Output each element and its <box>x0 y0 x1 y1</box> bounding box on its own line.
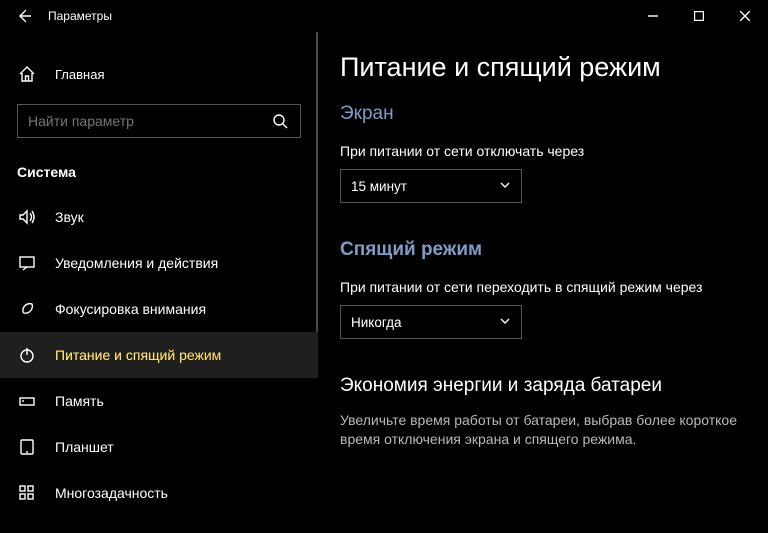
screen-off-label: При питании от сети отключать через <box>340 143 746 159</box>
window-title: Параметры <box>48 9 630 23</box>
section-energy: Экономия энергии и заряда батареи <box>340 375 746 397</box>
sidebar-item-focus[interactable]: Фокусировка внимания <box>0 286 318 332</box>
arrow-left-icon <box>16 8 32 24</box>
sidebar-item-storage[interactable]: Память <box>0 378 318 424</box>
tablet-icon <box>17 437 37 457</box>
sidebar-item-multitasking[interactable]: Многозадачность <box>0 470 318 516</box>
back-button[interactable] <box>0 0 48 32</box>
sleep-select[interactable]: Никогда <box>340 305 522 339</box>
sidebar: Главная Система Звук Уве <box>0 32 318 533</box>
notifications-icon <box>17 253 37 273</box>
titlebar: Параметры <box>0 0 768 32</box>
nav-label: Многозадачность <box>55 485 168 501</box>
page-title: Питание и спящий режим <box>340 52 746 83</box>
close-icon <box>740 11 750 21</box>
nav-label: Питание и спящий режим <box>55 347 221 363</box>
sleep-value: Никогда <box>351 315 402 330</box>
sleep-label: При питании от сети переходить в спящий … <box>340 279 746 295</box>
maximize-button[interactable] <box>676 0 722 32</box>
screen-off-value: 15 минут <box>351 179 407 194</box>
category-heading: Система <box>0 152 318 194</box>
nav-label: Фокусировка внимания <box>55 301 206 317</box>
content: Питание и спящий режим Экран При питании… <box>318 32 768 533</box>
multitasking-icon <box>17 483 37 503</box>
nav-label: Звук <box>55 209 84 225</box>
nav: Звук Уведомления и действия Фокусировка … <box>0 194 318 516</box>
section-sleep: Спящий режим <box>340 239 746 261</box>
sidebar-item-sound[interactable]: Звук <box>0 194 318 240</box>
nav-label: Планшет <box>55 439 114 455</box>
power-icon <box>17 345 37 365</box>
screen-off-select[interactable]: 15 минут <box>340 169 522 203</box>
main: Главная Система Звук Уве <box>0 32 768 533</box>
search-input[interactable] <box>28 113 270 129</box>
chevron-down-icon <box>499 179 511 194</box>
storage-icon <box>17 391 37 411</box>
home-icon <box>17 64 37 84</box>
home-label: Главная <box>55 67 104 82</box>
focus-icon <box>17 299 37 319</box>
search-input-wrap[interactable] <box>17 104 301 138</box>
minimize-button[interactable] <box>630 0 676 32</box>
sidebar-item-tablet[interactable]: Планшет <box>0 424 318 470</box>
nav-label: Уведомления и действия <box>55 255 218 271</box>
home-link[interactable]: Главная <box>0 56 318 92</box>
maximize-icon <box>694 11 704 21</box>
sidebar-item-notifications[interactable]: Уведомления и действия <box>0 240 318 286</box>
sound-icon <box>17 207 37 227</box>
energy-text: Увеличьте время работы от батареи, выбра… <box>340 411 740 449</box>
close-button[interactable] <box>722 0 768 32</box>
chevron-down-icon <box>499 315 511 330</box>
minimize-icon <box>648 11 658 21</box>
nav-label: Память <box>55 393 104 409</box>
sidebar-item-power[interactable]: Питание и спящий режим <box>0 332 318 378</box>
section-screen: Экран <box>340 103 746 125</box>
search-icon <box>270 111 290 131</box>
